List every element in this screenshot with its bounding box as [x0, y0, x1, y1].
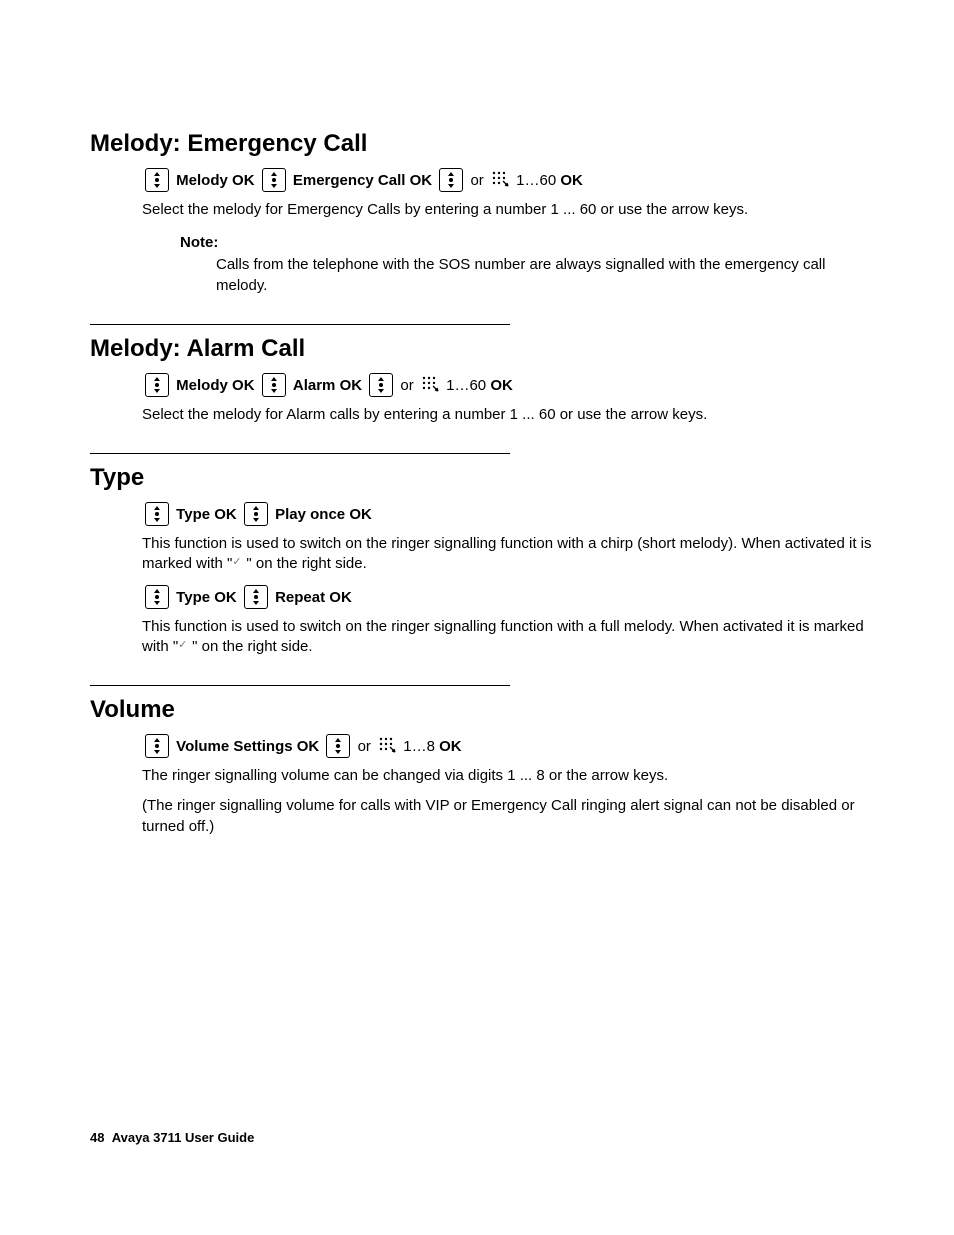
nav-key-icon	[145, 373, 169, 397]
note-text: Calls from the telephone with the SOS nu…	[216, 255, 874, 296]
nav-or: or	[400, 377, 413, 394]
nav-key-icon	[145, 168, 169, 192]
body-volume-2: (The ringer signalling volume for calls …	[142, 796, 874, 837]
body-type-repeat: This function is used to switch on the r…	[142, 617, 874, 658]
nav-step: Melody	[176, 172, 228, 189]
nav-range: 1…60	[516, 172, 556, 189]
checkmark-icon	[232, 559, 246, 569]
heading-type: Type	[90, 464, 874, 492]
note-label: Note:	[180, 234, 874, 251]
nav-key-icon	[145, 734, 169, 758]
section-volume: Volume Volume Settings OK or 1…8 OK The …	[90, 696, 874, 837]
nav-step: Type	[176, 589, 210, 606]
nav-step: Alarm	[293, 377, 336, 394]
nav-step: Repeat	[275, 589, 325, 606]
nav-ok: OK	[340, 377, 363, 394]
nav-ok: OK	[349, 506, 372, 523]
nav-ok: OK	[214, 506, 237, 523]
nav-ok: OK	[490, 377, 513, 394]
nav-step: Melody	[176, 377, 228, 394]
nav-ok: OK	[214, 589, 237, 606]
nav-alarm: Melody OK Alarm OK or 1…60 OK	[142, 373, 874, 399]
body-volume-1: The ringer signalling volume can be chan…	[142, 766, 874, 786]
nav-ok: OK	[410, 172, 433, 189]
page-footer: 48 Avaya 3711 User Guide	[90, 1130, 254, 1145]
nav-key-icon	[326, 734, 350, 758]
section-divider	[90, 453, 510, 454]
body-type-playonce: This function is used to switch on the r…	[142, 534, 874, 575]
section-alarm: Melody: Alarm Call Melody OK Alarm OK or…	[90, 335, 874, 425]
nav-ok: OK	[297, 738, 320, 755]
section-emergency: Melody: Emergency Call Melody OK Emergen…	[90, 130, 874, 296]
nav-volume: Volume Settings OK or 1…8 OK	[142, 734, 874, 760]
nav-step: Type	[176, 506, 210, 523]
nav-type-repeat: Type OK Repeat OK	[142, 585, 874, 611]
nav-range: 1…8	[403, 738, 435, 755]
nav-key-icon	[145, 585, 169, 609]
nav-step: Emergency Call	[293, 172, 406, 189]
page-content: Melody: Emergency Call Melody OK Emergen…	[0, 0, 954, 837]
nav-key-icon	[262, 373, 286, 397]
note-block: Note: Calls from the telephone with the …	[180, 234, 874, 296]
section-type: Type Type OK Play once OK This function …	[90, 464, 874, 657]
nav-key-icon	[244, 502, 268, 526]
nav-or: or	[470, 172, 483, 189]
section-divider	[90, 685, 510, 686]
nav-key-icon	[262, 168, 286, 192]
nav-step: Play once	[275, 506, 345, 523]
body-alarm: Select the melody for Alarm calls by ent…	[142, 405, 874, 425]
keypad-icon	[421, 375, 439, 395]
nav-or: or	[358, 738, 371, 755]
heading-alarm: Melody: Alarm Call	[90, 335, 874, 363]
section-divider	[90, 324, 510, 325]
heading-volume: Volume	[90, 696, 874, 724]
nav-key-icon	[244, 585, 268, 609]
nav-emergency: Melody OK Emergency Call OK or 1…60 OK	[142, 168, 874, 194]
body-fragment: " on the right side.	[192, 638, 312, 655]
nav-type-playonce: Type OK Play once OK	[142, 502, 874, 528]
nav-ok: OK	[439, 738, 462, 755]
nav-key-icon	[439, 168, 463, 192]
body-fragment: " on the right side.	[246, 555, 366, 572]
nav-step: Volume Settings	[176, 738, 292, 755]
checkmark-icon	[178, 642, 192, 652]
body-emergency: Select the melody for Emergency Calls by…	[142, 200, 874, 220]
nav-ok: OK	[232, 377, 255, 394]
nav-ok: OK	[560, 172, 583, 189]
nav-key-icon	[369, 373, 393, 397]
keypad-icon	[378, 736, 396, 756]
page-number: 48	[90, 1130, 104, 1145]
doc-title: Avaya 3711 User Guide	[112, 1130, 255, 1145]
nav-key-icon	[145, 502, 169, 526]
nav-range: 1…60	[446, 377, 486, 394]
nav-ok: OK	[232, 172, 255, 189]
nav-ok: OK	[329, 589, 352, 606]
heading-emergency: Melody: Emergency Call	[90, 130, 874, 158]
keypad-icon	[491, 170, 509, 190]
